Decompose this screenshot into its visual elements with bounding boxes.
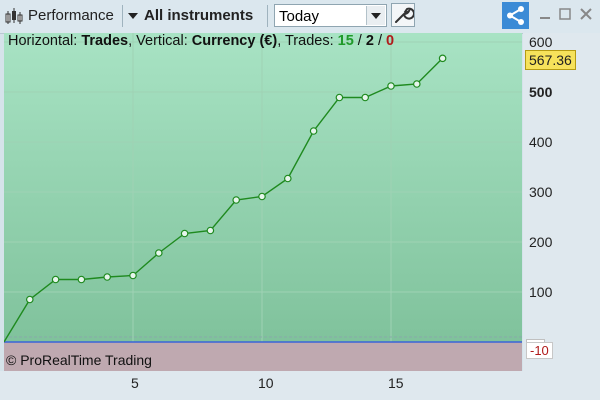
y-tick-label: 200 (529, 234, 553, 250)
vertical-label: , Vertical: (128, 33, 192, 49)
minimize-icon[interactable] (537, 6, 553, 22)
chart-header: Horizontal: Trades, Vertical: Currency (… (8, 33, 394, 49)
instrument-label: All instruments (144, 7, 254, 24)
candlestick-icon (5, 8, 23, 24)
data-point-marker (387, 82, 395, 90)
y-tick-label: 100 (529, 284, 553, 300)
data-point-marker (258, 192, 266, 201)
data-point-marker (77, 275, 86, 284)
data-point-marker (309, 127, 318, 135)
dropdown-arrow-icon (128, 12, 138, 19)
data-point-marker (129, 271, 137, 280)
instrument-selector[interactable]: All instruments (127, 3, 253, 28)
data-point-marker (283, 174, 292, 183)
data-point-marker (103, 273, 112, 281)
data-point-marker (155, 249, 163, 257)
data-point-marker (361, 93, 370, 102)
y-tick-label: 600 (529, 34, 553, 50)
toolbar: Performance All instruments Today (0, 0, 600, 34)
period-dropdown[interactable]: Today (274, 4, 387, 27)
period-value: Today (279, 8, 320, 25)
toolbar-divider (267, 5, 268, 27)
plot-area-background (4, 33, 522, 371)
data-point-marker (206, 226, 215, 235)
data-point-marker (180, 229, 189, 238)
vertical-value: Currency (€) (191, 33, 278, 49)
copyright-text: © ProRealTime Trading (6, 352, 152, 368)
data-point-marker (25, 295, 34, 304)
horizontal-label: Horizontal: (8, 33, 82, 49)
data-point-marker (51, 275, 60, 284)
chevron-down-icon[interactable] (366, 6, 385, 25)
y-tick-label: 400 (529, 134, 553, 150)
performance-chart (4, 33, 522, 371)
trades-separator: / (373, 33, 387, 49)
maximize-icon[interactable] (557, 6, 573, 22)
x-tick-label: 10 (258, 375, 274, 391)
data-point-marker (232, 196, 241, 204)
panel-label: Performance (28, 7, 114, 24)
wrench-icon (395, 7, 415, 23)
data-point-marker (335, 93, 344, 102)
wrench-settings-button[interactable] (391, 3, 415, 27)
share-icon (507, 6, 524, 25)
trades-won: 15 (337, 33, 354, 49)
horizontal-value: Trades (81, 33, 129, 49)
share-button[interactable] (502, 2, 529, 29)
trades-lost: 0 (386, 33, 395, 49)
last-value-badge: 567.36 (525, 50, 576, 70)
data-point-marker (438, 54, 447, 63)
trades-separator: / (353, 33, 366, 49)
trades-neutral: 2 (365, 33, 374, 49)
panel-selector[interactable]: Performance (28, 3, 114, 28)
y-tick-label: 300 (529, 184, 553, 200)
x-tick-label: 5 (131, 375, 139, 391)
y-tick-label: 500 (529, 84, 553, 100)
data-point-marker (412, 80, 421, 88)
trades-label: , Trades: (277, 33, 338, 49)
negative-level-badge: -10 (526, 342, 553, 359)
x-tick-label: 15 (388, 375, 404, 391)
close-icon[interactable] (578, 6, 594, 22)
toolbar-divider (122, 5, 123, 27)
